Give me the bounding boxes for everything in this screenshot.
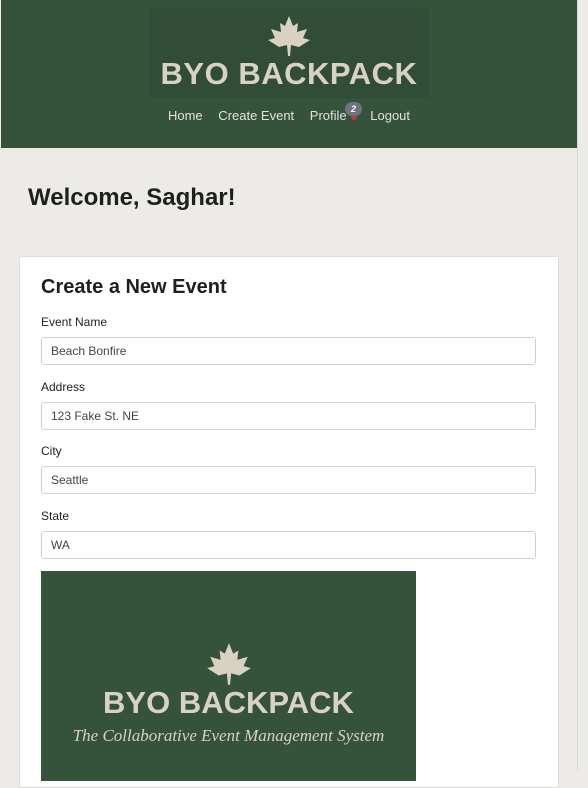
nav-create-event-link[interactable]: Create Event bbox=[218, 108, 294, 123]
address-input[interactable] bbox=[41, 402, 536, 430]
logo-text: BYO BACKPACK bbox=[160, 56, 418, 91]
event-banner-image: BYO BACKPACK The Collaborative Event Man… bbox=[41, 571, 416, 781]
maple-leaf-icon bbox=[207, 643, 251, 685]
state-label: State bbox=[41, 509, 70, 523]
event-name-input[interactable] bbox=[41, 337, 536, 365]
banner-subtitle: The Collaborative Event Management Syste… bbox=[72, 726, 385, 745]
nav-logout-link[interactable]: Logout bbox=[370, 108, 410, 123]
address-label: Address bbox=[41, 380, 86, 394]
nav-profile-label: Profile bbox=[309, 108, 347, 123]
nav-profile-link[interactable]: Profile bbox=[309, 108, 357, 123]
page-edge bbox=[577, 0, 578, 770]
welcome-heading: Welcome, Saghar! bbox=[28, 184, 236, 211]
form-title: Create a New Event bbox=[41, 276, 227, 298]
main-nav: Home Create Event Profile Logout bbox=[1, 108, 577, 123]
site-logo[interactable]: BYO BACKPACK bbox=[149, 8, 429, 98]
city-label: City bbox=[41, 444, 62, 458]
city-input[interactable] bbox=[41, 466, 536, 494]
site-header: BYO BACKPACK Home Create Event Profile L… bbox=[1, 0, 577, 148]
event-name-label: Event Name bbox=[41, 315, 108, 329]
create-event-card: Create a New Event Event Name Address Ci… bbox=[19, 256, 559, 788]
maple-leaf-icon bbox=[268, 16, 310, 56]
nav-home-link[interactable]: Home bbox=[168, 108, 203, 123]
banner-title: BYO BACKPACK bbox=[103, 685, 354, 720]
notification-badge[interactable]: 2 bbox=[345, 102, 362, 116]
state-input[interactable] bbox=[41, 531, 536, 559]
